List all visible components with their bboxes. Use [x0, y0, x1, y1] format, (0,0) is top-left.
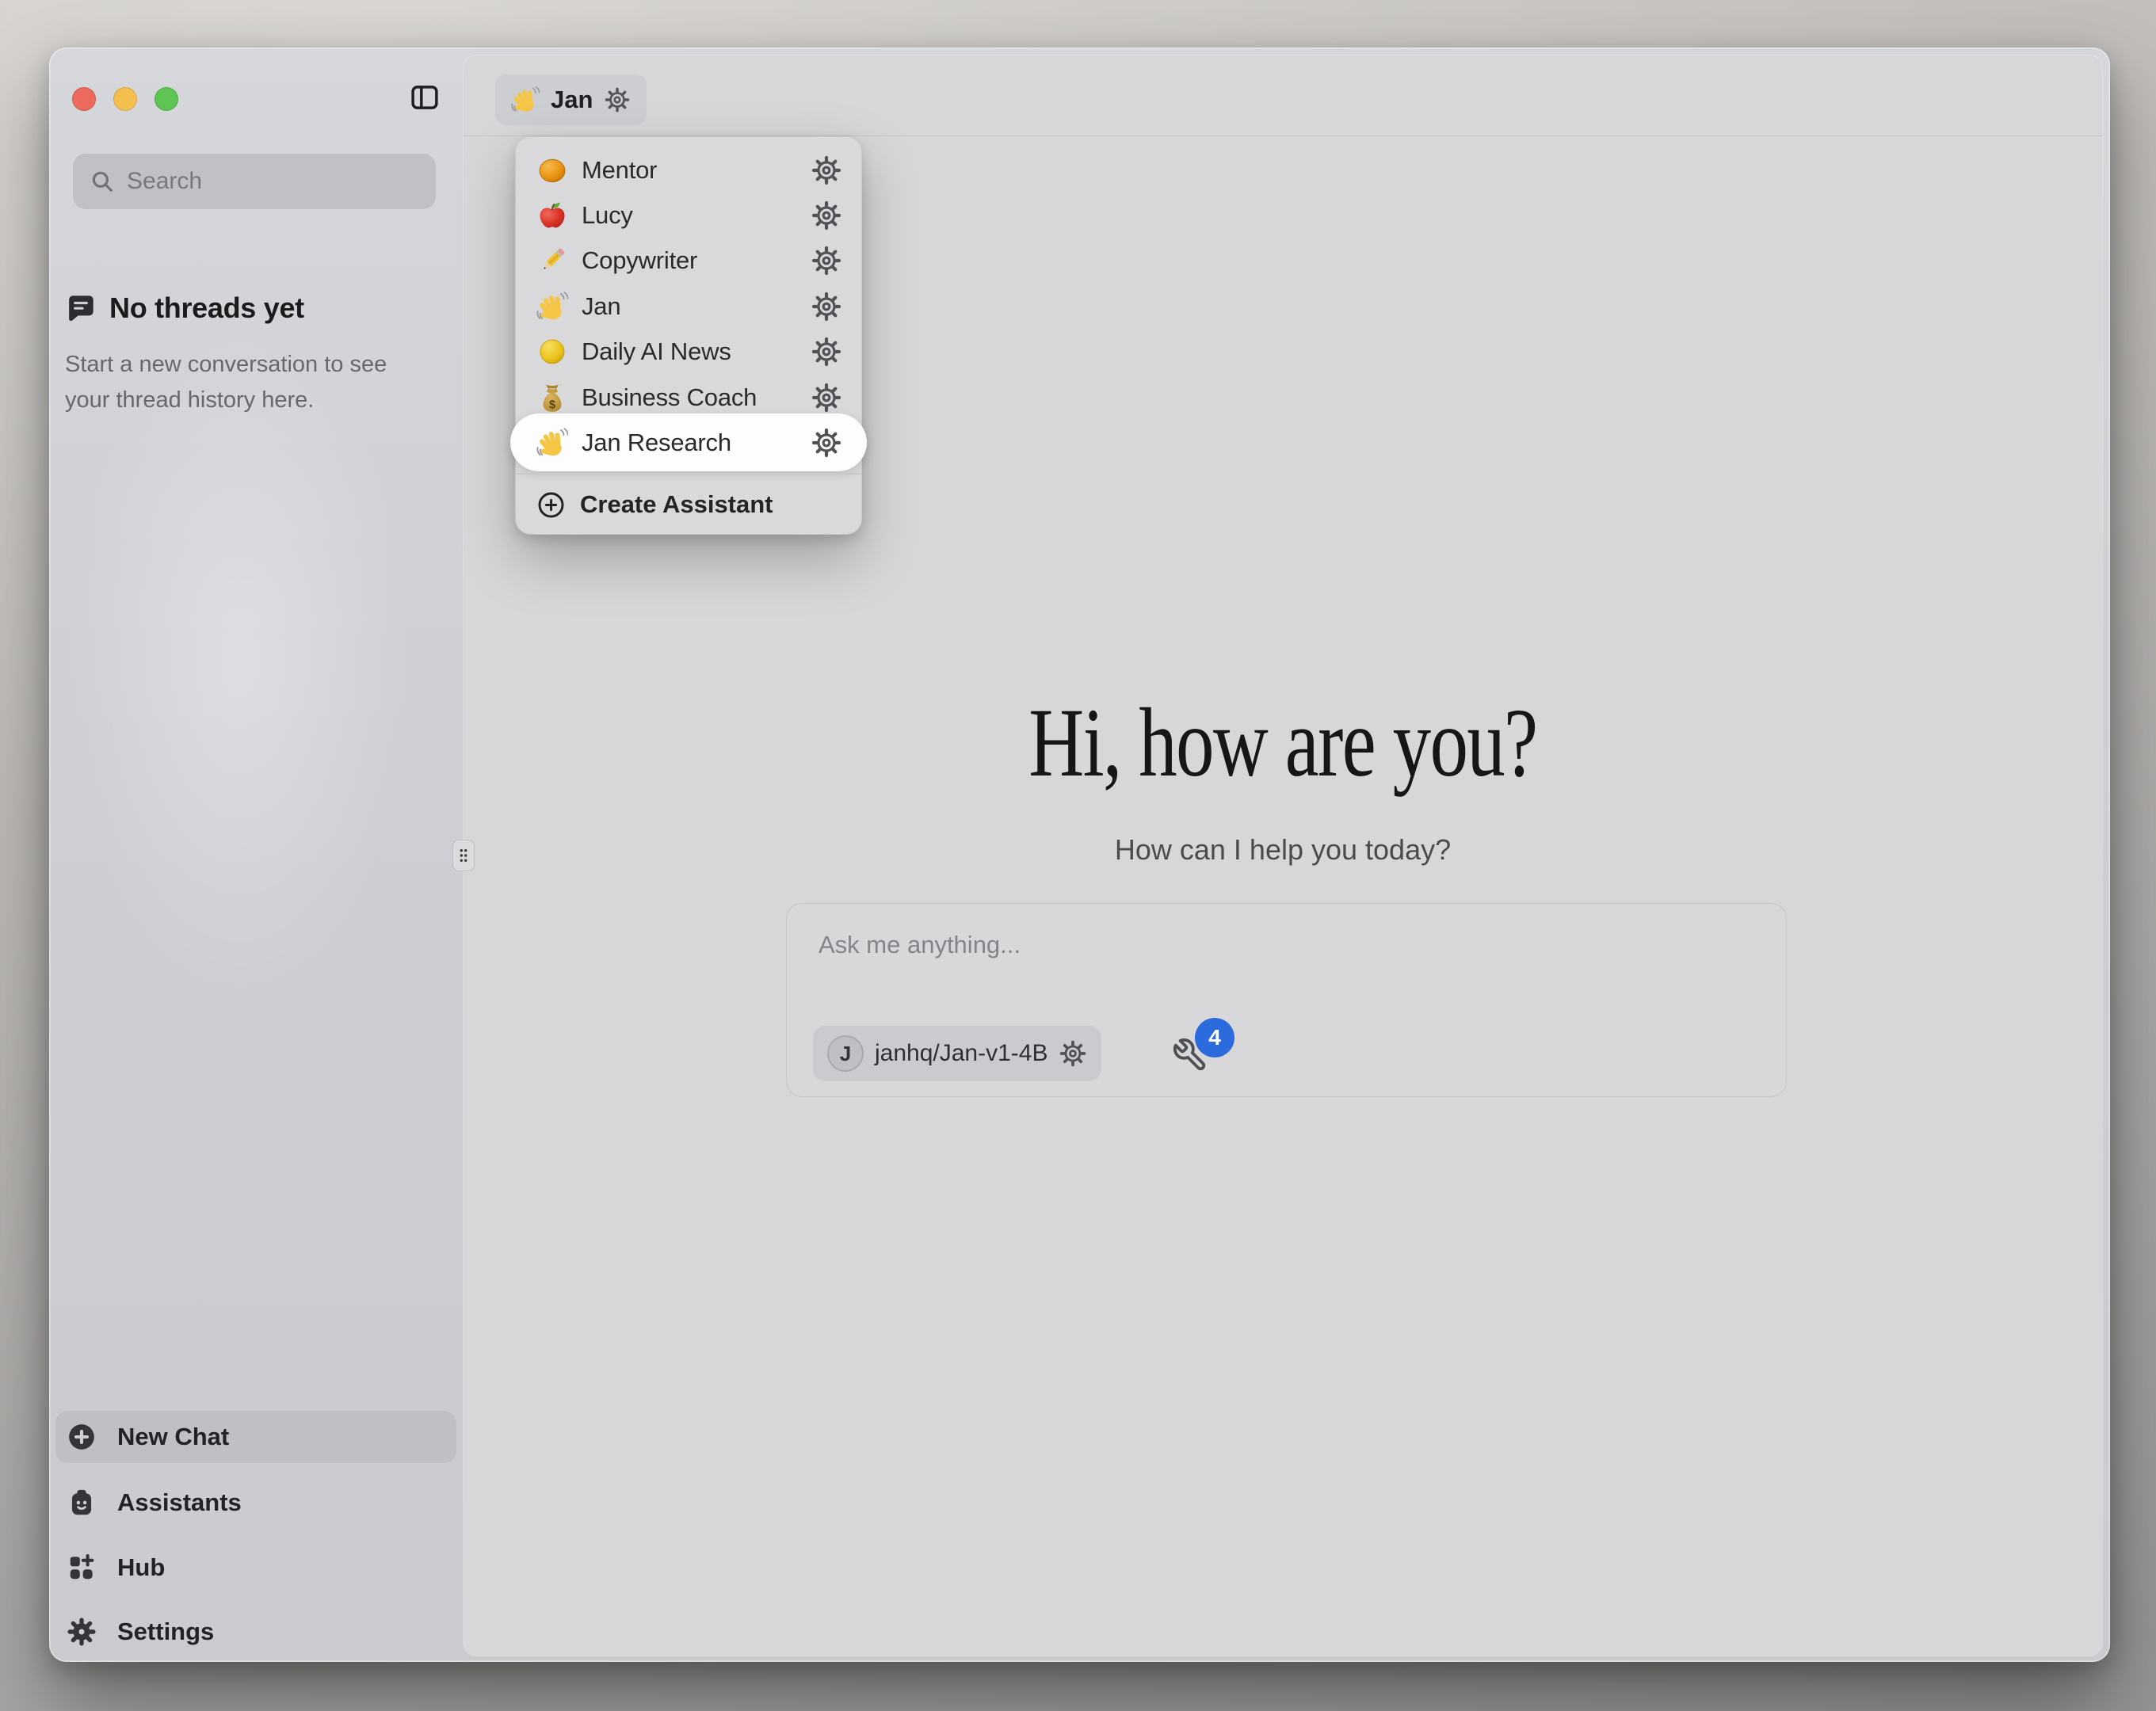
minimize-button[interactable] — [113, 87, 137, 111]
sidebar-item-label: Settings — [117, 1618, 214, 1646]
wave-emoji-icon — [536, 291, 568, 322]
search-icon — [89, 168, 116, 195]
menu-item-business-coach[interactable]: Business Coach — [516, 375, 861, 420]
assistant-selector-button[interactable]: Jan — [495, 74, 647, 125]
search-field[interactable] — [73, 154, 436, 209]
pencil-emoji-icon — [536, 245, 568, 276]
menu-item-copywriter[interactable]: Copywriter — [516, 238, 861, 284]
create-assistant-button[interactable]: Create Assistant — [516, 474, 861, 535]
menu-item-jan[interactable]: Jan — [516, 284, 861, 329]
menu-item-daily-ai-news[interactable]: Daily AI News — [516, 330, 861, 375]
empty-state-description: Start a new conversation to see your thre… — [65, 347, 437, 418]
titlebar: Jan — [464, 55, 2102, 136]
threads-empty-state: No threads yet Start a new conversation … — [65, 292, 437, 418]
circle-plus-outline-icon — [536, 490, 566, 520]
empty-state-line2: your thread history here. — [65, 387, 314, 413]
sidebar: No threads yet Start a new conversation … — [49, 48, 464, 1662]
wave-emoji-icon — [511, 86, 540, 114]
orange-circle-emoji-icon — [536, 154, 568, 186]
apple-emoji-icon — [536, 200, 568, 231]
main-panel: Jan Mentor Lucy Co — [464, 55, 2102, 1656]
menu-item-label: Mentor — [582, 156, 657, 185]
sidebar-item-assistants[interactable]: Assistants — [55, 1477, 456, 1529]
model-avatar: J — [827, 1035, 864, 1072]
gear-icon[interactable] — [811, 154, 842, 186]
greeting-subtitle: How can I help you today? — [464, 833, 2102, 867]
sidebar-item-settings[interactable]: Settings — [55, 1606, 456, 1658]
sidebar-toggle-button[interactable] — [408, 81, 441, 114]
window-controls — [72, 87, 178, 111]
create-assistant-label: Create Assistant — [580, 490, 773, 519]
composer-input[interactable] — [819, 931, 1753, 999]
model-settings-gear-icon[interactable] — [1059, 1039, 1087, 1068]
grip-dots-icon — [456, 845, 471, 866]
hub-icon — [67, 1553, 97, 1583]
assistants-menu: Mentor Lucy Copywriter Jan — [515, 136, 862, 535]
sidebar-resize-handle[interactable] — [452, 840, 475, 871]
money-bag-emoji-icon — [536, 382, 568, 413]
settings-gear-icon — [67, 1617, 97, 1647]
empty-state-title: No threads yet — [109, 292, 304, 325]
wave-emoji-icon — [536, 427, 568, 459]
app-window: No threads yet Start a new conversation … — [49, 48, 2110, 1662]
search-input[interactable] — [127, 168, 433, 195]
yellow-circle-emoji-icon — [536, 336, 568, 368]
menu-item-label: Daily AI News — [582, 337, 731, 366]
composer: J janhq/Jan-v1-4B 4 — [786, 903, 1787, 1097]
assistants-icon — [67, 1488, 97, 1518]
sidebar-toggle-icon — [408, 81, 441, 114]
circle-plus-icon — [67, 1422, 97, 1452]
model-name: janhq/Jan-v1-4B — [875, 1040, 1047, 1067]
gear-icon[interactable] — [811, 336, 842, 368]
gear-icon[interactable] — [811, 291, 842, 322]
gear-icon[interactable] — [811, 245, 842, 276]
greeting-heading: Hi, how are you? — [643, 694, 1921, 792]
menu-item-label: Jan Research — [582, 429, 731, 457]
menu-item-label: Jan — [582, 292, 620, 321]
sidebar-item-label: Assistants — [117, 1488, 242, 1517]
gear-icon[interactable] — [811, 200, 842, 231]
current-assistant-label: Jan — [551, 86, 593, 114]
desktop-background: No threads yet Start a new conversation … — [0, 0, 2156, 1711]
sidebar-item-label: Hub — [117, 1553, 165, 1582]
chat-bubble-icon — [65, 292, 97, 324]
menu-item-label: Business Coach — [582, 383, 757, 412]
close-button[interactable] — [72, 87, 96, 111]
menu-item-label: Lucy — [582, 201, 633, 230]
gear-icon[interactable] — [811, 382, 842, 413]
assistant-settings-gear-icon[interactable] — [604, 86, 631, 113]
welcome-hero: Hi, how are you? How can I help you toda… — [464, 694, 2102, 867]
tools-count-badge: 4 — [1195, 1018, 1234, 1057]
zoom-button[interactable] — [155, 87, 178, 111]
menu-item-lucy[interactable]: Lucy — [516, 192, 861, 238]
sidebar-item-hub[interactable]: Hub — [55, 1541, 456, 1594]
menu-item-mentor[interactable]: Mentor — [516, 147, 861, 192]
menu-item-jan-research-selected[interactable]: Jan Research — [516, 420, 861, 465]
empty-state-line1: Start a new conversation to see — [65, 352, 387, 377]
menu-item-label: Copywriter — [582, 246, 697, 275]
sidebar-item-label: New Chat — [117, 1423, 229, 1451]
gear-icon[interactable] — [811, 427, 842, 459]
sidebar-item-new-chat[interactable]: New Chat — [55, 1411, 456, 1463]
model-selector-button[interactable]: J janhq/Jan-v1-4B — [813, 1026, 1101, 1081]
